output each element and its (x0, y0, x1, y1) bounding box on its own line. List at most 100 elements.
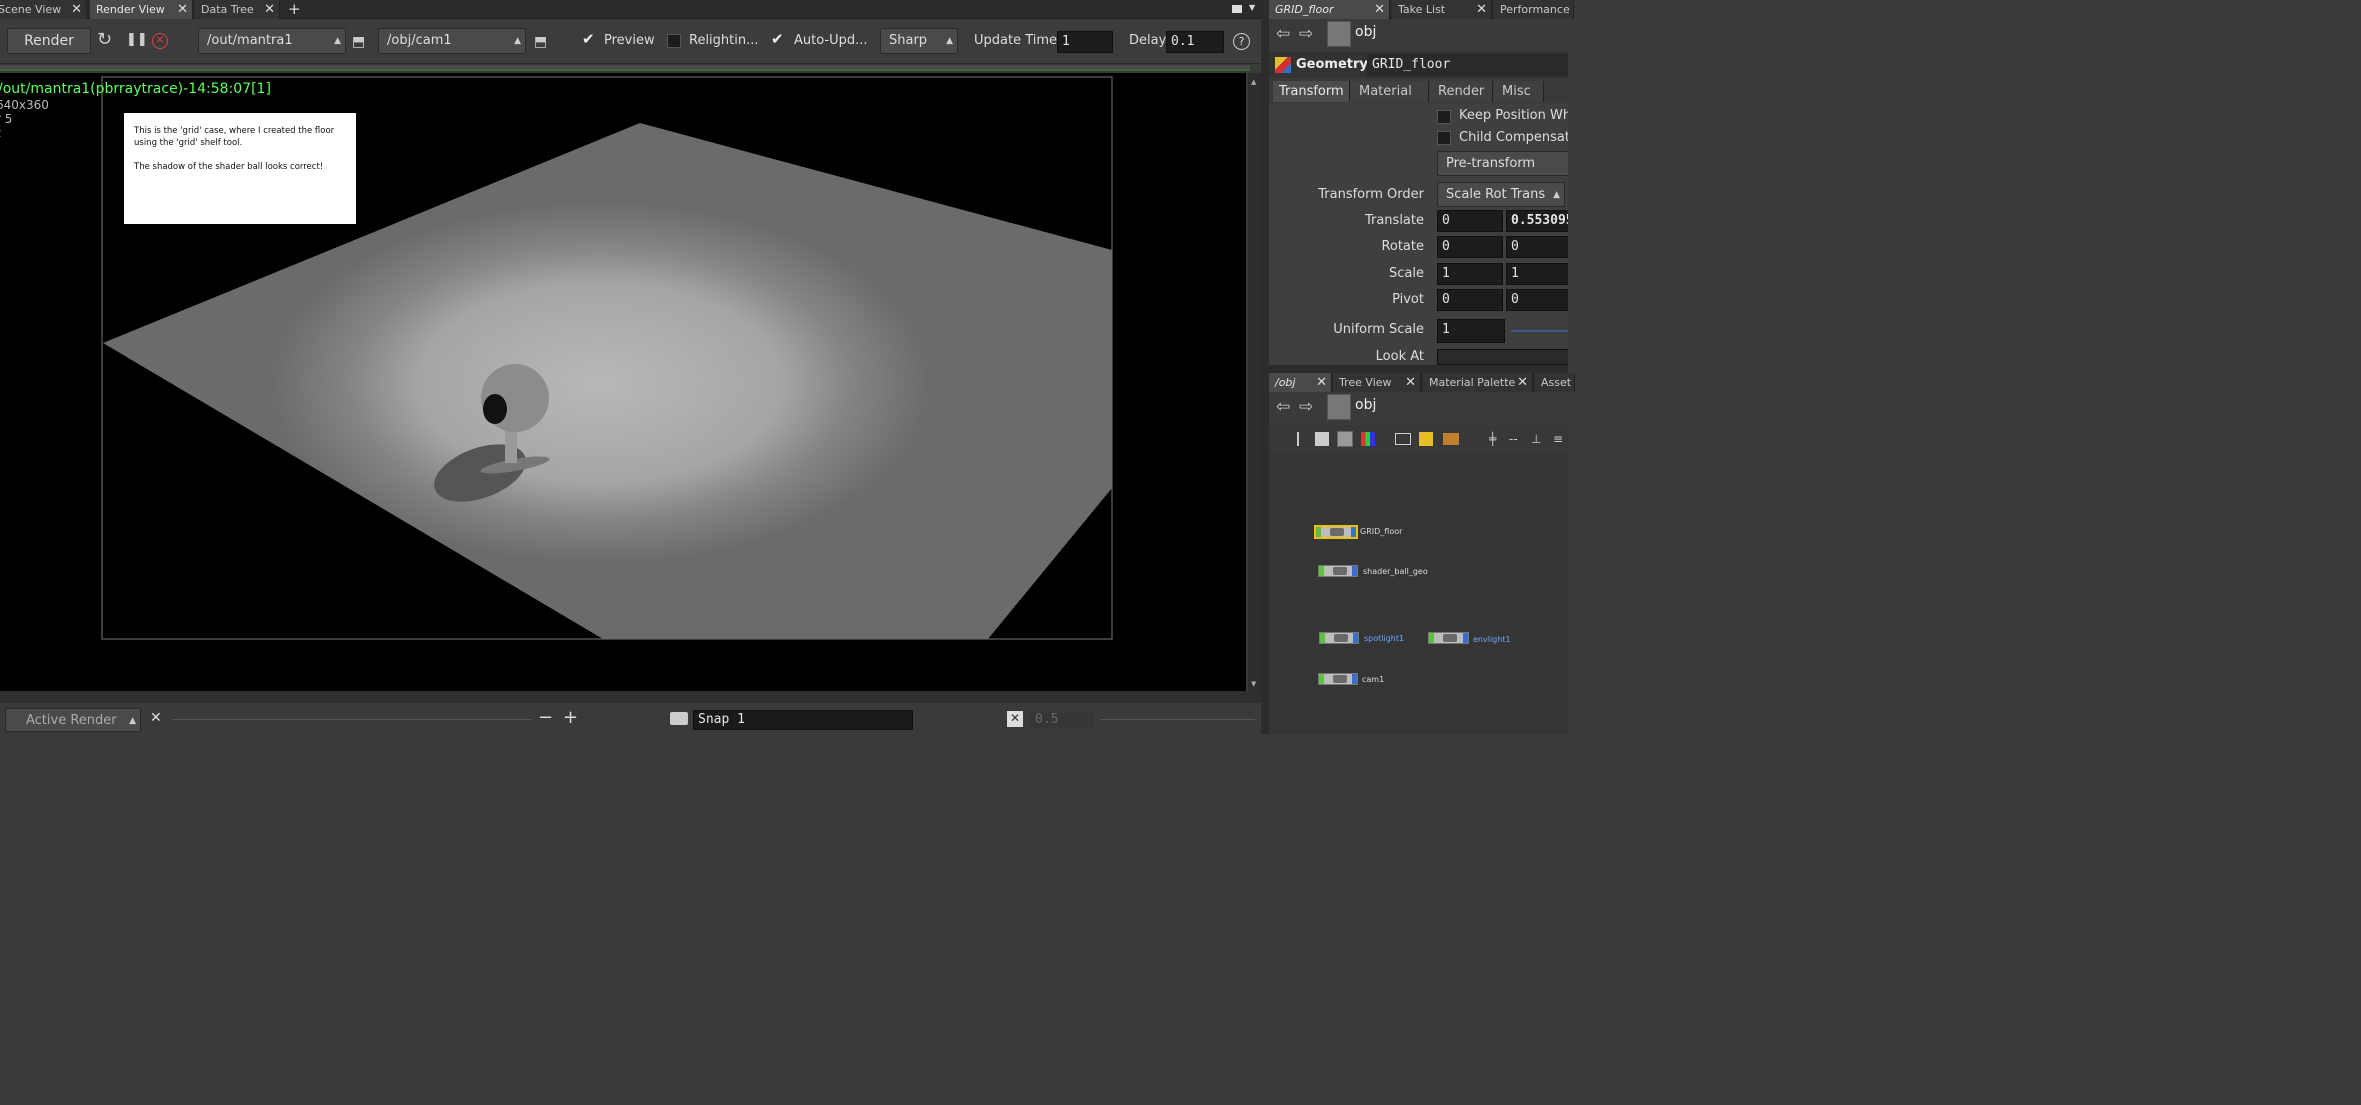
node-envlight1[interactable] (1428, 632, 1469, 644)
node-name-input[interactable]: GRID_floor (1367, 54, 1568, 76)
tab-obj[interactable]: /obj ✕ (1269, 373, 1332, 392)
child-comp-checkbox[interactable] (1437, 131, 1451, 145)
sharp-select[interactable]: Sharp ▲▼ (880, 28, 958, 54)
network-editor[interactable]: GRID_floor shader_ball_geo spotlight1 en… (1269, 453, 1568, 734)
active-render-select[interactable]: Active Render ▲▼ (5, 708, 141, 732)
param-path[interactable]: obj (1355, 24, 1376, 40)
opacity-input[interactable]: 0.5 (1030, 711, 1094, 729)
plus-icon[interactable]: + (288, 0, 301, 18)
minus-icon[interactable]: − (538, 707, 553, 728)
vertical-scrollbar[interactable]: ▲ ▼ (1248, 73, 1261, 691)
network-path[interactable]: obj (1355, 397, 1376, 413)
uniform-scale-slider[interactable] (1511, 330, 1568, 332)
tab-render-view[interactable]: Render View ✕ (90, 0, 193, 19)
node-spotlight1[interactable] (1319, 632, 1359, 644)
node-display-flag[interactable] (1429, 633, 1434, 643)
close-icon[interactable]: ✕ (1405, 373, 1416, 392)
camera-icon[interactable] (670, 712, 688, 725)
node-render-flag[interactable] (1353, 633, 1358, 643)
help-icon[interactable]: ? (1233, 33, 1250, 50)
keep-position-checkbox[interactable] (1437, 110, 1451, 124)
camera-path-select[interactable]: /obj/cam1 ▲▼ (378, 28, 526, 54)
node-render-flag[interactable] (1351, 527, 1356, 537)
refresh-icon[interactable]: ↻ (97, 31, 112, 49)
close-icon[interactable]: ✕ (1007, 711, 1023, 727)
back-icon[interactable]: ⇦ (1276, 399, 1290, 416)
pane-layout-icon[interactable] (1232, 5, 1242, 13)
align-horizontal-icon[interactable]: ‑‑ (1509, 432, 1518, 446)
node-display-flag[interactable] (1319, 674, 1324, 684)
translate-x-input[interactable]: 0 (1437, 210, 1503, 232)
snapshot-name-input[interactable]: Snap 1 (693, 710, 913, 730)
tab-render[interactable]: Render (1430, 81, 1493, 102)
close-icon[interactable]: ✕ (1316, 373, 1327, 392)
tab-performance-monitor[interactable]: Performance Monitor (1494, 0, 1574, 19)
pivot-x-input[interactable]: 0 (1437, 289, 1503, 311)
pick-icon[interactable]: ⬒ (534, 34, 547, 50)
plus-icon[interactable]: + (563, 707, 578, 728)
horizontal-scrollbar[interactable] (0, 691, 1261, 703)
close-icon[interactable]: ✕ (150, 710, 162, 726)
close-icon[interactable]: ✕ (177, 0, 188, 19)
close-icon[interactable]: ✕ (1476, 0, 1487, 19)
tab-asset[interactable]: Asset (1535, 373, 1575, 392)
render-viewport[interactable]: /out/mantra1(pbrraytrace)-14:58:07[1] 64… (0, 73, 1246, 691)
node-cam1[interactable] (1318, 673, 1358, 685)
close-icon[interactable]: ✕ (264, 0, 275, 19)
update-time-input[interactable]: 1 (1057, 31, 1113, 53)
tab-take-list[interactable]: Take List ✕ (1392, 0, 1492, 19)
network-view-icon[interactable] (1337, 431, 1353, 447)
tab-tree-view[interactable]: Tree View ✕ (1333, 373, 1421, 392)
node-render-flag[interactable] (1352, 566, 1357, 576)
node-render-flag[interactable] (1352, 674, 1357, 684)
pane-divider[interactable] (1261, 0, 1269, 734)
scroll-down-icon[interactable]: ▼ (1251, 680, 1256, 688)
list-icon[interactable] (1315, 432, 1329, 446)
tab-misc[interactable]: Misc (1494, 81, 1544, 102)
rop-path-select[interactable]: /out/mantra1 ▲▼ (198, 28, 346, 54)
snap-icon[interactable]: ⊥ (1531, 432, 1541, 446)
align-vertical-icon[interactable]: ╪ (1489, 432, 1496, 446)
pane-split[interactable] (1269, 365, 1568, 373)
tree-icon[interactable] (1297, 432, 1309, 446)
network-box-icon[interactable] (1395, 433, 1411, 445)
color-palette-icon[interactable] (1361, 432, 1375, 446)
scroll-up-icon[interactable]: ▲ (1251, 78, 1256, 86)
chevron-down-icon[interactable]: ▼ (1249, 3, 1255, 12)
subnet-icon[interactable] (1443, 433, 1459, 445)
uniform-scale-input[interactable]: 1 (1437, 319, 1505, 343)
layout-icon[interactable]: ≡ (1553, 432, 1563, 446)
close-icon[interactable]: ✕ (1374, 0, 1385, 19)
pretransform-menu[interactable]: Pre-transform (1437, 151, 1568, 176)
stop-icon[interactable]: ✕ (152, 33, 168, 49)
scale-x-input[interactable]: 1 (1437, 263, 1503, 285)
node-render-flag[interactable] (1463, 633, 1468, 643)
rotate-x-input[interactable]: 0 (1437, 236, 1503, 258)
scale-y-input[interactable]: 1 (1506, 263, 1568, 285)
node-display-flag[interactable] (1320, 633, 1325, 643)
tab-grid-floor[interactable]: GRID_floor ✕ (1269, 0, 1390, 19)
opacity-slider[interactable] (1100, 719, 1255, 720)
look-at-input[interactable] (1437, 349, 1568, 365)
tab-data-tree[interactable]: Data Tree ✕ (195, 0, 280, 19)
node-shader-ball-geo[interactable] (1318, 565, 1358, 577)
preview-checkmark-icon[interactable]: ✔ (582, 30, 595, 48)
delay-input[interactable]: 0.1 (1166, 31, 1224, 53)
node-display-flag[interactable] (1319, 566, 1324, 576)
tab-material-palette[interactable]: Material Palette ✕ (1423, 373, 1533, 392)
node-grid-floor[interactable] (1314, 525, 1358, 539)
pivot-y-input[interactable]: 0 (1506, 289, 1568, 311)
relighting-checkbox[interactable] (667, 34, 681, 48)
timeline-slider[interactable] (172, 719, 532, 720)
transform-order-select[interactable]: Scale Rot Trans ▲▼ (1437, 182, 1565, 207)
rotate-y-input[interactable]: 0 (1506, 236, 1568, 258)
render-button[interactable]: Render (7, 28, 91, 54)
pause-icon[interactable]: ❚❚ (126, 32, 148, 48)
pick-icon[interactable]: ⬒ (352, 34, 365, 50)
auto-update-checkmark-icon[interactable]: ✔ (771, 30, 784, 48)
back-icon[interactable]: ⇦ (1276, 26, 1290, 43)
tab-scene-view[interactable]: Scene View ✕ (0, 0, 87, 19)
translate-y-input[interactable]: 0.553095 (1506, 210, 1568, 232)
sticky-note-icon[interactable] (1419, 432, 1433, 446)
forward-icon[interactable]: ⇨ (1299, 26, 1313, 43)
